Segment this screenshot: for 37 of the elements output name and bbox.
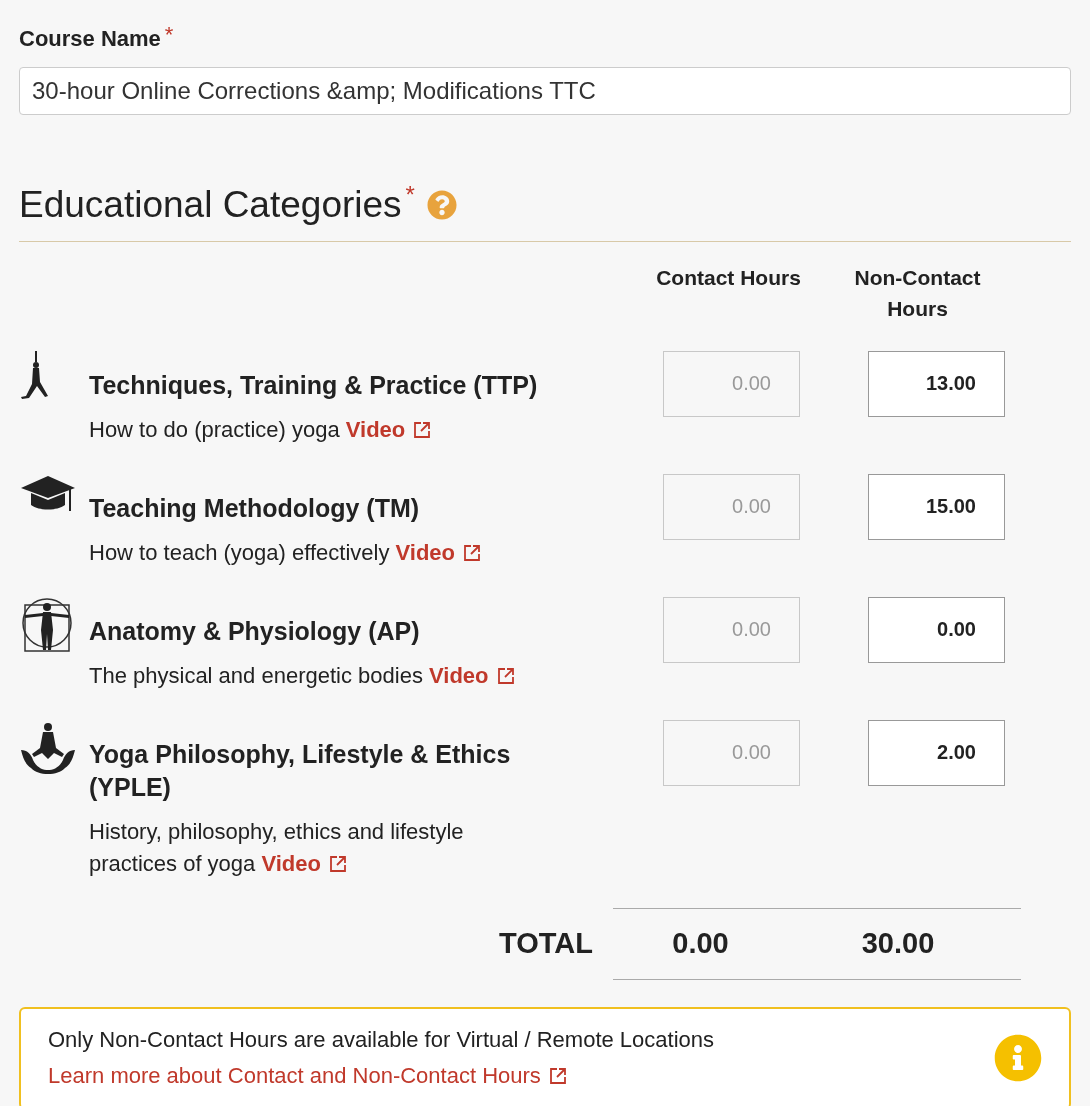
- required-mark: *: [164, 21, 174, 49]
- video-link[interactable]: Video: [345, 416, 432, 442]
- external-link-icon: [496, 666, 515, 685]
- notice-text: Only Non-Contact Hours are available for Virtual / Remote Locations: [48, 1025, 715, 1054]
- category-title: Yoga Philosophy, Lifestyle & Ethics (YPLE): [89, 738, 512, 803]
- total-value: 30.00: [860, 925, 936, 961]
- category-description: History, philosophy, ethics and lifestyle practices of yoga Video: [89, 817, 465, 878]
- video-link[interactable]: Video: [429, 662, 515, 688]
- hours-field[interactable]: 2.00: [868, 719, 1005, 786]
- category-description: How to do (practice) yoga Video: [89, 413, 529, 446]
- required-mark: *: [405, 180, 415, 210]
- course-name-field[interactable]: 30-hour Online Corrections &amp; Modifications TTC: [19, 67, 1071, 115]
- hours-field[interactable]: 0.00: [868, 596, 1005, 663]
- learn-more-link[interactable]: Learn more about Contact and Non-Contact Hours: [48, 1058, 715, 1092]
- video-link[interactable]: Video: [261, 850, 347, 876]
- external-link-icon: [548, 1066, 567, 1085]
- category-title: Techniques, Training & Practice (TTP): [89, 369, 539, 401]
- human-figure-icon: [19, 596, 75, 653]
- column-header: Non-Contact Hours: [853, 264, 982, 322]
- field-label: Course Name: [19, 25, 161, 53]
- graduation-cap-icon: [19, 473, 77, 514]
- hours-field[interactable]: 13.00: [868, 350, 1005, 417]
- info-icon: [994, 1034, 1042, 1082]
- section-title: Educational Categories: [19, 183, 402, 227]
- category-title: Teaching Methodology (TM): [89, 492, 421, 524]
- external-link-icon: [328, 854, 347, 873]
- total-value: 0.00: [671, 925, 730, 961]
- column-header: Contact Hours: [655, 264, 802, 291]
- hours-field[interactable]: 15.00: [868, 473, 1005, 540]
- total-label: TOTAL: [498, 925, 594, 961]
- category-description: How to teach (yoga) effectively Video: [89, 536, 529, 569]
- category-title: Anatomy & Physiology (AP): [89, 615, 421, 647]
- external-link-icon: [463, 543, 482, 562]
- category-description: The physical and energetic bodies Video: [89, 659, 529, 692]
- external-link-icon: [413, 420, 432, 439]
- video-link[interactable]: Video: [395, 539, 482, 565]
- help-icon[interactable]: [426, 189, 457, 220]
